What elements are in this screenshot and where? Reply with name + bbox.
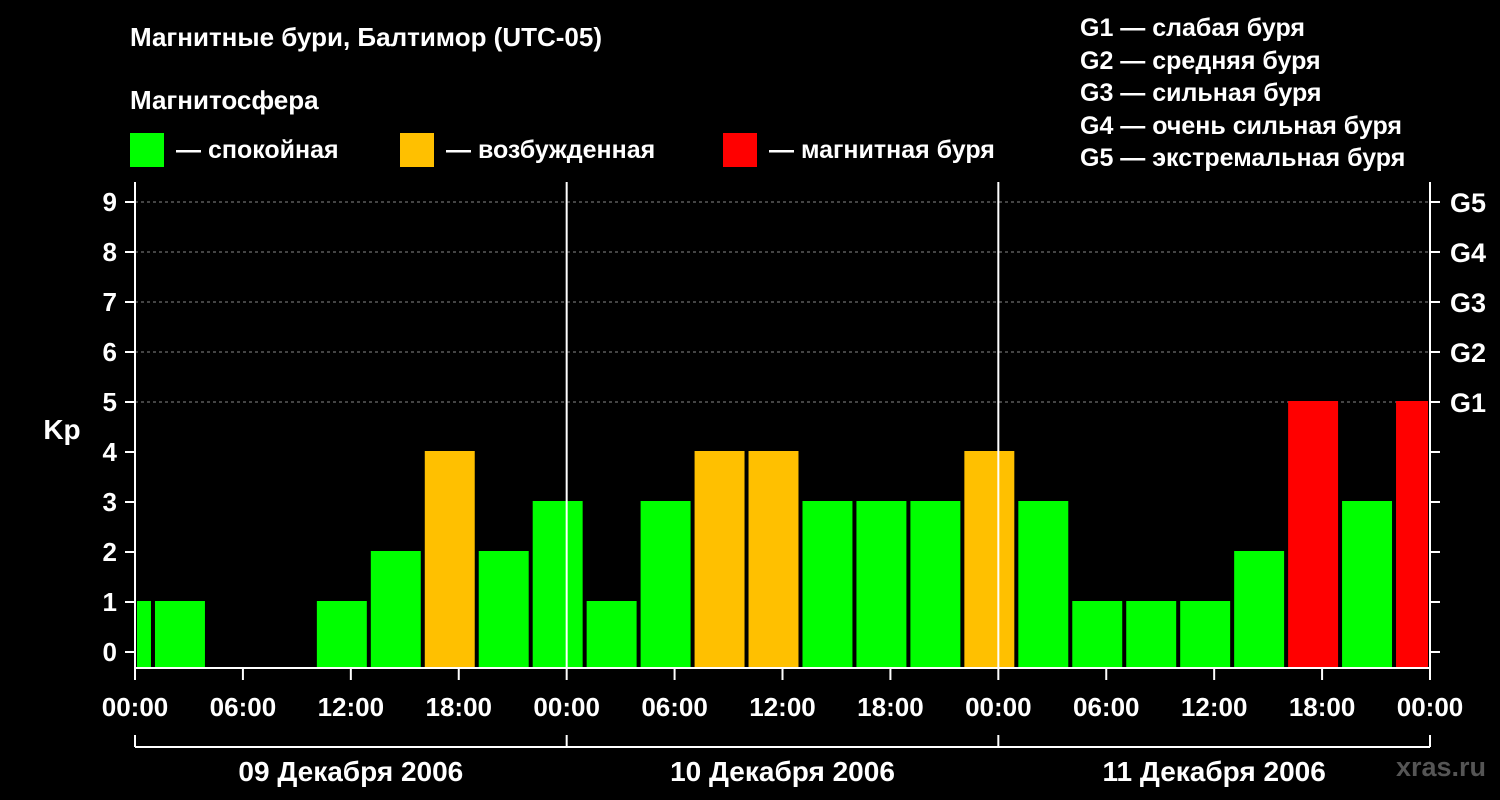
day-label: 09 Декабря 2006	[238, 756, 463, 787]
y-tick-label: 5	[103, 387, 117, 417]
kp-bar	[1234, 551, 1285, 668]
y-tick-label: 9	[103, 187, 117, 217]
x-tick-label: 00:00	[1397, 692, 1464, 722]
kp-bar	[856, 501, 907, 668]
kp-bar	[137, 601, 151, 668]
x-tick-label: 00:00	[965, 692, 1032, 722]
kp-chart: 0 1 2 3 4 5 6 7 8 9 G1 G2 G3 G4 G5 00:00 06:00 12:00 18:00…	[43, 182, 1486, 787]
x-tick-label: 00:00	[533, 692, 600, 722]
kp-bar	[802, 501, 853, 668]
kp-bar	[694, 451, 745, 668]
kp-bar	[478, 551, 529, 668]
g-level-label: G4	[1450, 238, 1486, 268]
x-tick-label: 06:00	[1073, 692, 1140, 722]
x-tick-label: 00:00	[102, 692, 169, 722]
x-tick-label: 12:00	[318, 692, 385, 722]
x-tick-label: 18:00	[1289, 692, 1356, 722]
day-label: 11 Декабря 2006	[1103, 756, 1326, 787]
x-tick-label: 12:00	[1181, 692, 1248, 722]
x-tick-label: 18:00	[426, 692, 493, 722]
x-tick-label: 18:00	[857, 692, 924, 722]
kp-bar	[1396, 401, 1428, 668]
kp-bar	[910, 501, 961, 668]
kp-bar	[424, 451, 475, 668]
y-tick-label: 2	[103, 537, 117, 567]
kp-bar	[748, 451, 799, 668]
x-tick-label: 06:00	[641, 692, 708, 722]
g-level-label: G3	[1450, 288, 1486, 318]
kp-bar	[586, 601, 637, 668]
x-tick-label: 06:00	[210, 692, 277, 722]
y-tick-label: 7	[103, 287, 117, 317]
y-tick-label: 3	[103, 487, 117, 517]
kp-bar	[532, 501, 583, 668]
kp-bar	[316, 601, 367, 668]
y-tick-label: 1	[103, 587, 117, 617]
kp-bar	[154, 601, 205, 668]
y-axis-label: Kp	[43, 414, 80, 445]
kp-bar	[964, 451, 1015, 668]
y-tick-label: 8	[103, 237, 117, 267]
y-tick-label: 0	[103, 637, 117, 667]
kp-bar	[1342, 501, 1393, 668]
g-level-label: G2	[1450, 338, 1486, 368]
kp-bar	[370, 551, 421, 668]
kp-bar	[1018, 501, 1069, 668]
y-tick-label: 4	[103, 437, 118, 467]
g-level-label: G5	[1450, 188, 1486, 218]
kp-bar	[1180, 601, 1231, 668]
day-label: 10 Декабря 2006	[670, 756, 895, 787]
g-level-label: G1	[1450, 388, 1486, 418]
kp-bar	[1072, 601, 1123, 668]
kp-bar	[640, 501, 691, 668]
y-tick-label: 6	[103, 337, 117, 367]
kp-bar	[1126, 601, 1177, 668]
kp-bar	[1288, 401, 1339, 668]
watermark: xras.ru	[1395, 752, 1486, 782]
x-tick-label: 12:00	[749, 692, 816, 722]
